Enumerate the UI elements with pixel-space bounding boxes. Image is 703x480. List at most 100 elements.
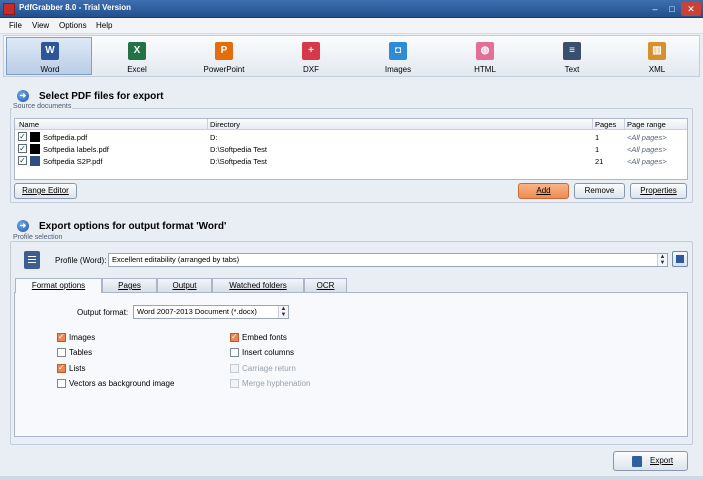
lists-option-label: Lists bbox=[69, 364, 86, 373]
insert-columns-checkbox[interactable] bbox=[230, 348, 239, 357]
menu-view[interactable]: View bbox=[32, 21, 49, 30]
source-documents-table: Name Directory Pages Page range ✓ Softpe… bbox=[14, 118, 688, 180]
dxf-icon: + bbox=[302, 42, 320, 60]
format-xml-button[interactable]: ▥ XML bbox=[613, 37, 699, 75]
vectors-background-checkbox[interactable] bbox=[57, 379, 66, 388]
vectors-background-option-label: Vectors as background image bbox=[69, 379, 175, 388]
lists-checkbox[interactable] bbox=[57, 363, 66, 373]
table-row[interactable]: ✓ Softpedia S2P.pdf D:\Softpedia Test 21… bbox=[15, 155, 687, 167]
export-button[interactable]: Export bbox=[613, 451, 688, 471]
profile-select[interactable]: Excellent editability (arranged by tabs)… bbox=[108, 253, 668, 267]
pdf-file-icon bbox=[30, 144, 40, 154]
format-label: Images bbox=[384, 65, 412, 74]
insert-columns-option-label: Insert columns bbox=[242, 348, 295, 357]
pdf-file-icon bbox=[30, 132, 40, 142]
source-documents-label: Source documents bbox=[12, 103, 73, 110]
file-directory: D: bbox=[210, 133, 218, 142]
format-ribbon: W Word X Excel P PowerPoint + DXF ◘ Imag… bbox=[3, 35, 700, 77]
arrow-right-icon: ➜ bbox=[17, 90, 29, 102]
file-page-range[interactable]: <All pages> bbox=[627, 157, 667, 166]
chevron-updown-icon: ▲ ▼ bbox=[278, 306, 288, 318]
select-section-title: Select PDF files for export bbox=[39, 91, 164, 102]
column-page-range[interactable]: Page range bbox=[627, 120, 666, 129]
output-format-select[interactable]: Word 2007-2013 Document (*.docx) ▲ ▼ bbox=[133, 305, 289, 319]
file-page-range[interactable]: <All pages> bbox=[627, 133, 667, 142]
format-word-button[interactable]: W Word bbox=[6, 37, 92, 75]
table-row[interactable]: ✓ Softpedia.pdf D: 1 <All pages> bbox=[15, 131, 687, 143]
carriage-return-checkbox bbox=[230, 364, 239, 373]
tab-ocr[interactable]: OCR bbox=[304, 278, 347, 292]
file-name: Softpedia.pdf bbox=[43, 133, 88, 142]
output-format-value: Word 2007-2013 Document (*.docx) bbox=[137, 307, 257, 316]
arrow-right-icon: ➜ bbox=[17, 220, 29, 232]
menu-help[interactable]: Help bbox=[96, 21, 112, 30]
menu-options[interactable]: Options bbox=[59, 21, 87, 30]
close-button[interactable]: ✕ bbox=[681, 2, 701, 16]
column-pages[interactable]: Pages bbox=[595, 120, 616, 129]
tables-checkbox[interactable] bbox=[57, 348, 66, 357]
format-powerpoint-button[interactable]: P PowerPoint bbox=[180, 37, 266, 75]
save-profile-icon[interactable] bbox=[672, 251, 688, 267]
format-label: Text bbox=[564, 65, 580, 74]
profile-selection-label: Profile selection bbox=[12, 234, 64, 241]
column-directory[interactable]: Directory bbox=[210, 120, 240, 129]
word-icon: W bbox=[41, 42, 59, 60]
table-header: Name Directory Pages Page range bbox=[15, 119, 687, 130]
title-bar: PdfGrabber 8.0 - Trial Version – □ ✕ bbox=[0, 0, 703, 18]
menu-bar: File View Options Help bbox=[0, 18, 703, 34]
format-label: HTML bbox=[474, 65, 496, 74]
add-button[interactable]: Add bbox=[518, 183, 569, 199]
remove-button[interactable]: Remove bbox=[574, 183, 625, 199]
row-checkbox[interactable]: ✓ bbox=[18, 156, 27, 165]
tab-output[interactable]: Output bbox=[157, 278, 212, 292]
profile-value: Excellent editability (arranged by tabs) bbox=[112, 255, 240, 264]
file-page-range[interactable]: <All pages> bbox=[627, 145, 667, 154]
embed-fonts-checkbox[interactable] bbox=[230, 332, 239, 342]
properties-button[interactable]: Properties bbox=[630, 183, 687, 199]
document-icon bbox=[24, 251, 40, 269]
file-directory: D:\Softpedia Test bbox=[210, 157, 267, 166]
range-editor-button[interactable]: Range Editor bbox=[14, 183, 77, 199]
row-checkbox[interactable]: ✓ bbox=[18, 132, 27, 141]
status-bar bbox=[0, 476, 703, 480]
table-row[interactable]: ✓ Softpedia labels.pdf D:\Softpedia Test… bbox=[15, 143, 687, 155]
export-button-label: Export bbox=[650, 456, 674, 465]
format-dxf-button[interactable]: + DXF bbox=[267, 37, 353, 75]
profile-label: Profile (Word): bbox=[55, 256, 107, 265]
file-pages: 1 bbox=[595, 133, 600, 142]
menu-file[interactable]: File bbox=[9, 21, 22, 30]
format-label: Excel bbox=[127, 65, 147, 74]
row-checkbox[interactable]: ✓ bbox=[18, 144, 27, 153]
file-directory: D:\Softpedia Test bbox=[210, 145, 267, 154]
format-text-button[interactable]: ≡ Text bbox=[528, 37, 614, 75]
format-html-button[interactable]: ◍ HTML bbox=[441, 37, 527, 75]
maximize-button[interactable]: □ bbox=[664, 2, 680, 16]
file-pages: 21 bbox=[595, 157, 604, 166]
format-label: XML bbox=[648, 65, 666, 74]
tab-pages[interactable]: Pages bbox=[102, 278, 157, 292]
embed-fonts-option-label: Embed fonts bbox=[242, 333, 287, 342]
file-pages: 1 bbox=[595, 145, 600, 154]
xml-icon: ▥ bbox=[648, 42, 666, 60]
excel-icon: X bbox=[128, 42, 146, 60]
tab-watched-folders[interactable]: Watched folders bbox=[212, 278, 304, 292]
format-excel-button[interactable]: X Excel bbox=[93, 37, 179, 75]
minimize-button[interactable]: – bbox=[647, 2, 663, 16]
output-format-label: Output format: bbox=[77, 308, 129, 317]
format-images-button[interactable]: ◘ Images bbox=[354, 37, 440, 75]
text-icon: ≡ bbox=[563, 42, 581, 60]
images-checkbox[interactable] bbox=[57, 332, 66, 342]
export-section-title: Export options for output format 'Word' bbox=[39, 221, 227, 232]
file-name: Softpedia S2P.pdf bbox=[43, 157, 103, 166]
html-icon: ◍ bbox=[476, 42, 494, 60]
format-label: Word bbox=[40, 65, 60, 74]
pdf-file-icon bbox=[30, 156, 40, 166]
merge-hyphenation-checkbox bbox=[230, 379, 239, 388]
format-label: DXF bbox=[303, 65, 319, 74]
window-title: PdfGrabber 8.0 - Trial Version bbox=[19, 3, 132, 12]
tab-format-options[interactable]: Format options bbox=[15, 278, 102, 293]
column-name[interactable]: Name bbox=[19, 120, 39, 129]
merge-hyphenation-option-label: Merge hyphenation bbox=[242, 379, 311, 388]
images-option-label: Images bbox=[69, 333, 96, 342]
export-icon bbox=[632, 456, 642, 467]
